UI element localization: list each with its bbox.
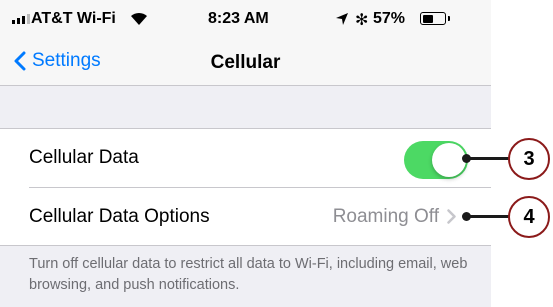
page-title: Cellular [210,52,281,73]
bluetooth-icon: ✻ [355,12,369,29]
callout-badge-4: 4 [508,196,550,238]
battery-percent: 57% [373,10,406,27]
toggle-knob [432,143,466,177]
location-arrow-icon [336,13,348,25]
callout-badge-3: 3 [508,138,550,180]
signal-bars-icon [12,14,30,24]
cellular-data-toggle[interactable] [404,141,468,179]
cellular-data-row: Cellular Data [0,129,491,187]
cellular-data-options-row[interactable]: Cellular Data Options Roaming Off [0,188,491,246]
navigation-bar: Settings Cellular [0,40,491,86]
settings-group: Cellular Data Cellular Data Options Roam… [0,128,491,246]
carrier-name: AT&T Wi-Fi [31,10,116,27]
wifi-icon [131,12,147,25]
cellular-data-label: Cellular Data [29,147,139,168]
cellular-footer-note: Turn off cellular data to restrict all d… [29,256,468,293]
status-bar: AT&T Wi-Fi 8:23 AM ✻ 57% [0,0,491,40]
battery-icon [420,12,450,25]
chevron-right-icon [447,209,456,224]
clock: 8:23 AM [208,10,269,27]
battery-fill [422,14,434,23]
cellular-data-options-label: Cellular Data Options [29,206,210,227]
roaming-status-value: Roaming Off [332,206,439,227]
iphone-screen: AT&T Wi-Fi 8:23 AM ✻ 57% Settings Cellul… [0,0,491,307]
